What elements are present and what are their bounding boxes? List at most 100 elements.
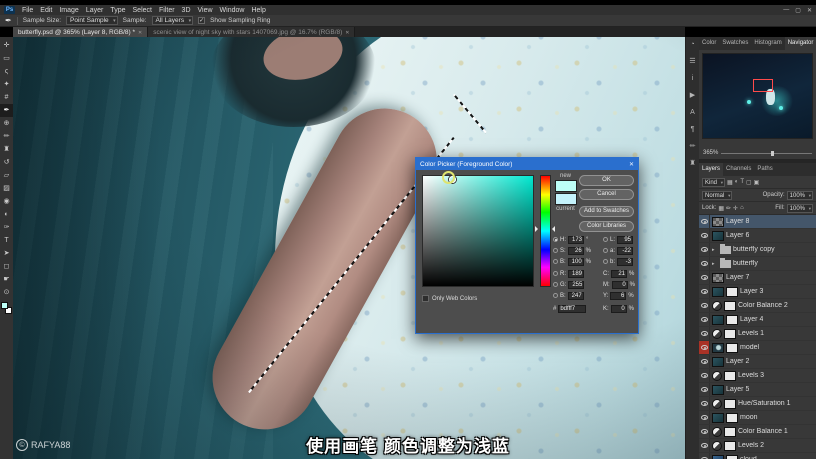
close-button[interactable]: ✕ <box>807 7 812 14</box>
layer-mask-thumbnail[interactable] <box>724 370 736 381</box>
visibility-toggle[interactable] <box>699 355 710 368</box>
lock-position-icon[interactable]: ✛ <box>733 205 738 212</box>
dodge-tool[interactable]: ◐ <box>0 208 13 221</box>
lab-b-radio[interactable] <box>603 259 608 264</box>
visibility-toggle[interactable] <box>699 327 710 340</box>
a-radio[interactable] <box>603 248 608 253</box>
adjustment-icon[interactable] <box>712 398 722 409</box>
menu-select[interactable]: Select <box>133 7 152 14</box>
color-libraries-button[interactable]: Color Libraries <box>579 221 634 232</box>
disclosure-icon[interactable] <box>712 247 718 253</box>
layer-row[interactable]: Layer 5 <box>699 383 816 397</box>
tab-close-icon[interactable] <box>138 29 142 36</box>
m-input[interactable]: 0 <box>611 280 628 289</box>
layer-row[interactable]: model <box>699 341 816 355</box>
shape-tool[interactable]: ◻ <box>0 260 13 273</box>
menu-3d[interactable]: 3D <box>182 7 191 14</box>
r-radio[interactable] <box>553 271 558 276</box>
show-sampling-ring-checkbox[interactable] <box>198 17 206 24</box>
rgb-b-input[interactable]: 247 <box>567 291 584 300</box>
path-selection-tool[interactable]: ➤ <box>0 247 13 260</box>
gradient-tool[interactable]: ▨ <box>0 182 13 195</box>
minimize-button[interactable]: — <box>783 7 789 13</box>
layer-row[interactable]: butterfly copy <box>699 243 816 257</box>
crop-tool[interactable]: # <box>0 91 13 104</box>
visibility-toggle[interactable] <box>699 243 710 256</box>
zoom-tool[interactable]: ⊙ <box>0 286 13 299</box>
layer-thumbnail[interactable] <box>712 356 724 367</box>
only-web-colors-checkbox[interactable] <box>422 295 429 302</box>
menu-help[interactable]: Help <box>251 7 265 14</box>
lock-all-icon[interactable]: ⌂ <box>740 205 744 211</box>
menu-file[interactable]: File <box>22 7 33 14</box>
menu-layer[interactable]: Layer <box>86 7 104 14</box>
layer-mask-thumbnail[interactable] <box>724 300 736 311</box>
visibility-toggle[interactable] <box>699 285 710 298</box>
layer-mask-thumbnail[interactable] <box>724 398 736 409</box>
ok-button[interactable]: OK <box>579 175 634 186</box>
adjustment-icon[interactable] <box>712 370 722 381</box>
layer-thumbnail[interactable] <box>712 342 724 353</box>
maximize-button[interactable]: ▢ <box>795 7 801 14</box>
document-tab-butterfly[interactable]: butterfly.psd @ 365% (Layer 8, RGB/8) * <box>13 27 149 37</box>
filter-shape-icon[interactable]: ▢ <box>746 179 752 186</box>
foreground-color-swatch[interactable] <box>1 302 8 309</box>
layer-row[interactable]: Layer 8 <box>699 215 816 229</box>
pen-tool[interactable]: ✑ <box>0 221 13 234</box>
navigator-zoom-slider[interactable] <box>721 150 812 156</box>
tab-paths[interactable]: Paths <box>754 163 775 176</box>
filter-kind-dropdown[interactable]: Kind <box>702 177 726 187</box>
fill-dropdown[interactable]: 100% <box>786 203 813 213</box>
hue-slider-marker[interactable] <box>535 226 541 232</box>
hue-slider-marker[interactable] <box>549 226 555 232</box>
hand-tool[interactable]: ☛ <box>0 273 13 286</box>
tab-channels[interactable]: Channels <box>723 163 754 176</box>
clone-source-panel-icon[interactable]: ♜ <box>689 160 695 168</box>
tab-swatches[interactable]: Swatches <box>719 37 751 50</box>
layer-thumbnail[interactable] <box>712 230 724 241</box>
tab-histogram[interactable]: Histogram <box>751 37 784 50</box>
filter-pixel-icon[interactable]: ▦ <box>727 179 733 186</box>
healing-brush-tool[interactable]: ⊕ <box>0 117 13 130</box>
visibility-toggle[interactable] <box>699 215 710 228</box>
move-tool[interactable]: ✛ <box>0 39 13 52</box>
visibility-toggle[interactable] <box>699 397 710 410</box>
layer-mask-thumbnail[interactable] <box>726 342 738 353</box>
l-input[interactable]: 95 <box>617 235 634 244</box>
s-input[interactable]: 26 <box>567 246 584 255</box>
menu-edit[interactable]: Edit <box>40 7 52 14</box>
visibility-toggle[interactable] <box>699 369 710 382</box>
eyedropper-tool[interactable]: ✒ <box>0 104 13 117</box>
hex-input[interactable]: bdfff7 <box>558 304 587 313</box>
layer-mask-thumbnail[interactable] <box>726 314 738 325</box>
visibility-toggle[interactable] <box>699 383 710 396</box>
clone-stamp-tool[interactable]: ♜ <box>0 143 13 156</box>
layer-row[interactable]: moon <box>699 411 816 425</box>
cancel-button[interactable]: Cancel <box>579 189 634 200</box>
tab-layers[interactable]: Layers <box>699 163 724 176</box>
blur-tool[interactable]: ◉ <box>0 195 13 208</box>
rgb-b-radio[interactable] <box>553 293 558 298</box>
layer-thumbnail[interactable] <box>712 216 724 227</box>
current-color-swatch[interactable] <box>554 193 577 205</box>
menu-window[interactable]: Window <box>220 7 245 14</box>
layer-mask-thumbnail[interactable] <box>726 412 738 423</box>
visibility-toggle[interactable] <box>699 271 710 284</box>
filter-type-icon[interactable]: T <box>740 179 744 185</box>
disclosure-icon[interactable] <box>712 261 718 267</box>
menu-filter[interactable]: Filter <box>159 7 175 14</box>
history-brush-tool[interactable]: ↺ <box>0 156 13 169</box>
layer-row[interactable]: Layer 2 <box>699 355 816 369</box>
add-to-swatches-button[interactable]: Add to Swatches <box>579 206 634 217</box>
eraser-tool[interactable]: ▱ <box>0 169 13 182</box>
character-panel-icon[interactable]: A <box>690 109 695 117</box>
blend-mode-dropdown[interactable]: Normal <box>702 190 733 200</box>
b-input[interactable]: 100 <box>567 257 584 266</box>
opacity-dropdown[interactable]: 100% <box>786 190 813 200</box>
layer-row[interactable]: Layer 7 <box>699 271 816 285</box>
marquee-tool[interactable]: ▭ <box>0 52 13 65</box>
brush-settings-panel-icon[interactable]: ✏ <box>690 143 696 151</box>
document-tab-scenic[interactable]: scenic view of night sky with stars 1407… <box>148 27 356 37</box>
navigator-zoom-value[interactable]: 365% <box>703 150 718 156</box>
layer-row[interactable]: butterfly <box>699 257 816 271</box>
